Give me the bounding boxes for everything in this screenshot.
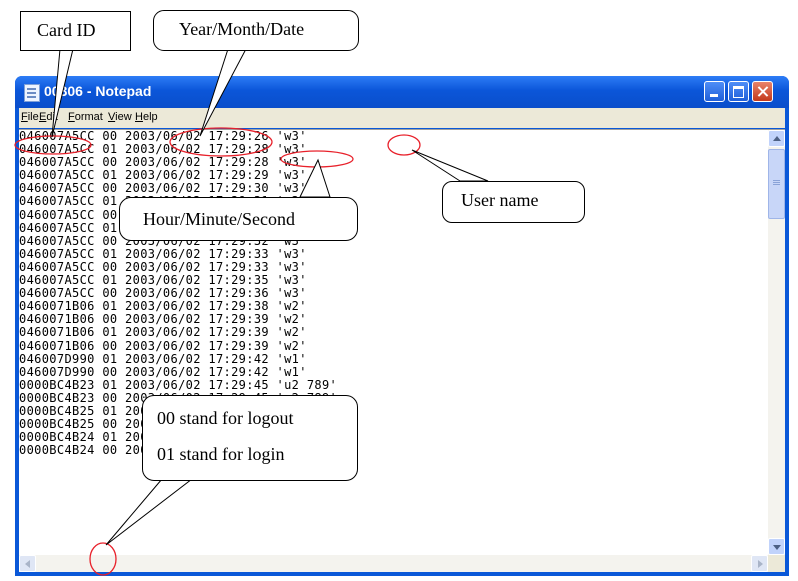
menu-file[interactable]: File	[21, 111, 39, 123]
scroll-up-arrow-icon[interactable]	[768, 130, 785, 147]
menu-format[interactable]: Format	[68, 111, 103, 123]
menu-view[interactable]: View	[108, 111, 132, 123]
menu-bar: File Edit Format View Help	[19, 108, 785, 128]
status-callout: 00 stand for logout 01 stand for login	[142, 395, 358, 481]
log-line: 0460071B06 00 2003/06/02 17:29:39 'w2'	[19, 338, 307, 353]
login-label: 01 stand for login	[157, 444, 285, 464]
resize-grip-icon[interactable]	[768, 555, 785, 572]
vertical-scrollbar[interactable]	[768, 130, 785, 555]
notepad-icon	[24, 84, 40, 102]
date-label: Year/Month/Date	[179, 19, 305, 39]
text-editor[interactable]: 046007A5CC 00 2003/06/02 17:29:26 'w3' 0…	[19, 129, 785, 572]
close-button[interactable]	[752, 81, 773, 102]
scroll-down-arrow-icon[interactable]	[768, 538, 785, 555]
log-line: 0460071B06 01 2003/06/02 17:29:39 'w2'	[19, 325, 307, 340]
minimize-button[interactable]	[704, 81, 725, 102]
log-line: 046007D990 01 2003/06/02 17:29:42 'w1'	[19, 351, 307, 366]
menu-help[interactable]: Help	[135, 111, 158, 123]
user-callout: User name	[442, 181, 585, 223]
log-line: 046007A5CC 01 2003/06/02 17:29:33 'w3'	[19, 246, 307, 261]
date-callout: Year/Month/Date	[153, 10, 359, 51]
title-bar[interactable]: 00306 - Notepad	[15, 76, 789, 108]
window-title: 00306 - Notepad	[44, 83, 152, 99]
card-id-callout: Card ID	[20, 11, 131, 51]
scroll-thumb[interactable]	[768, 149, 785, 219]
log-line: 046007D990 00 2003/06/02 17:29:42 'w1'	[19, 364, 307, 379]
logout-label: 00 stand for logout	[157, 408, 294, 428]
time-callout: Hour/Minute/Second	[119, 197, 358, 241]
card-id-label: Card ID	[37, 20, 96, 40]
scroll-left-arrow-icon[interactable]	[19, 555, 36, 572]
user-label: User name	[461, 190, 539, 210]
maximize-button[interactable]	[728, 81, 749, 102]
log-line: 0000BC4B23 01 2003/06/02 17:29:45 'u2 78…	[19, 377, 338, 392]
notepad-window: 00306 - Notepad File Edit Format View He…	[15, 76, 789, 576]
menu-edit[interactable]: Edit	[39, 111, 58, 123]
time-label: Hour/Minute/Second	[143, 209, 295, 229]
scroll-right-arrow-icon[interactable]	[751, 555, 768, 572]
horizontal-scrollbar[interactable]	[19, 555, 768, 572]
